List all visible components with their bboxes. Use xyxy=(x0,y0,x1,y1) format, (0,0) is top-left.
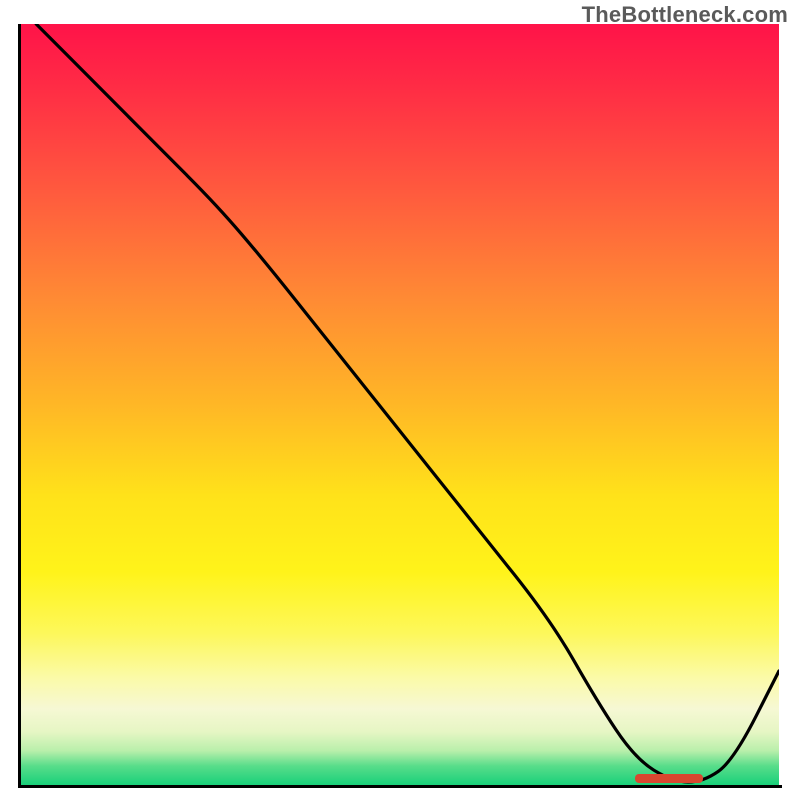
axes-frame xyxy=(18,24,782,788)
chart-container: TheBottleneck.com xyxy=(0,0,800,800)
